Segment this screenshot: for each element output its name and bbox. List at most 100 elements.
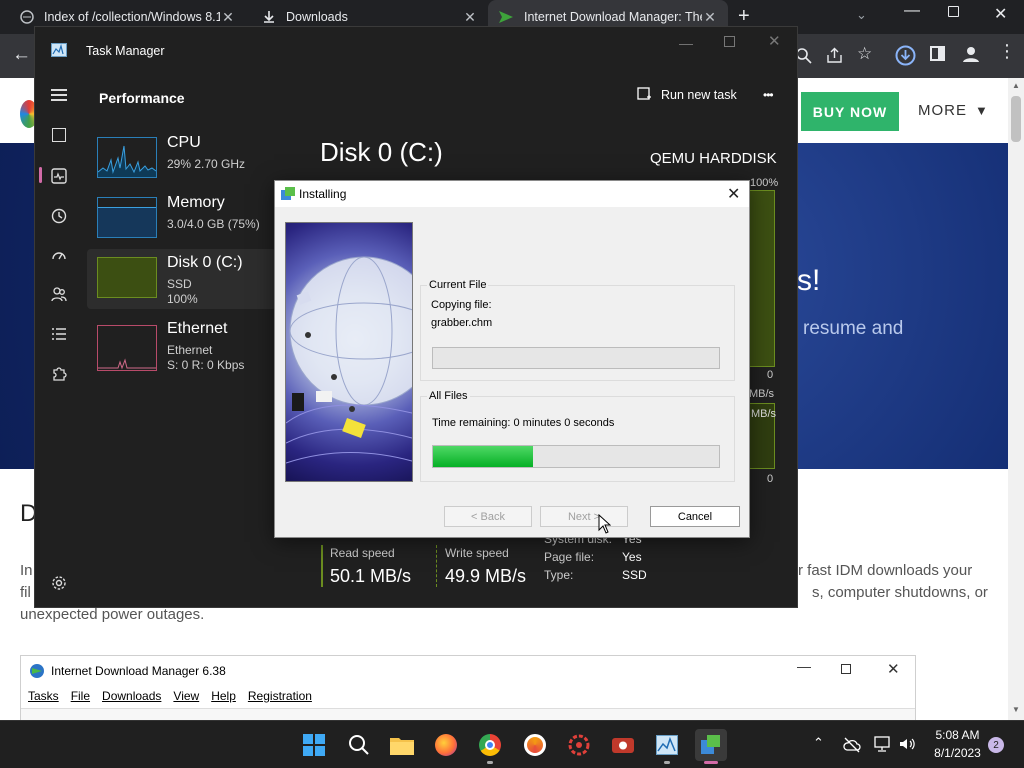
close-icon[interactable]: ✕	[727, 184, 740, 204]
idm-arrow-icon	[499, 11, 513, 23]
new-tab-button[interactable]: +	[738, 6, 750, 26]
scroll-down-icon[interactable]: ▼	[1012, 705, 1020, 714]
taskbar-search-button[interactable]	[343, 729, 375, 761]
tab-close-icon[interactable]: ✕	[220, 9, 236, 26]
close-icon[interactable]: ✕	[768, 32, 781, 50]
next-button[interactable]: Next >	[540, 506, 628, 527]
bookmark-star-icon[interactable]: ☆	[857, 44, 872, 64]
close-icon[interactable]: ✕	[994, 4, 1007, 24]
clock-time[interactable]: 5:08 AM	[930, 728, 985, 742]
tab-close-icon[interactable]: ✕	[462, 9, 478, 26]
menu-file[interactable]: File	[71, 689, 90, 703]
notification-badge[interactable]: 2	[988, 737, 1004, 753]
tab-close-icon[interactable]: ✕	[702, 9, 718, 26]
disk-thumbnail	[97, 257, 157, 298]
more-options-icon[interactable]: •••	[763, 88, 774, 102]
perf-item-detail: Ethernet	[167, 343, 213, 357]
menu-view[interactable]: View	[173, 689, 199, 703]
graph-max-label: 100%	[750, 177, 779, 189]
network-icon[interactable]	[874, 736, 892, 752]
tab-title: Downloads	[286, 10, 348, 24]
installer-icon	[701, 735, 720, 754]
perf-item-throughput: S: 0 R: 0 Kbps	[167, 358, 245, 372]
services-puzzle-icon[interactable]	[51, 366, 67, 382]
chrome-menu-icon[interactable]: ⋮	[998, 42, 1016, 60]
perf-item-memory[interactable]: Memory 3.0/4.0 GB (75%)	[87, 189, 277, 249]
minimize-icon[interactable]: —	[679, 35, 693, 51]
menu-downloads[interactable]: Downloads	[102, 689, 161, 703]
back-button[interactable]: < Back	[444, 506, 532, 527]
idm-toolbar	[21, 708, 915, 720]
perf-item-ethernet[interactable]: Ethernet Ethernet S: 0 R: 0 Kbps	[87, 315, 277, 375]
back-arrow-icon[interactable]: ←	[12, 44, 31, 66]
perf-item-disk[interactable]: Disk 0 (C:) SSD 100%	[87, 249, 277, 309]
firefox-icon	[435, 734, 457, 756]
prop-value: Yes	[622, 550, 642, 564]
performance-icon[interactable]	[51, 168, 67, 184]
write-speed-value: 49.9 MB/s	[445, 566, 527, 586]
downloads-button-icon[interactable]	[895, 45, 916, 66]
taskbar-app-gear-red[interactable]	[563, 729, 595, 761]
current-file-progress	[432, 347, 720, 369]
processes-icon[interactable]	[52, 128, 66, 142]
cancel-button[interactable]: Cancel	[650, 506, 740, 527]
minimize-icon[interactable]: —	[904, 2, 920, 20]
windows-taskbar: ⌃ 5:08 AM 8/1/2023 2	[0, 720, 1024, 768]
app-history-icon[interactable]	[51, 208, 67, 224]
profile-icon[interactable]	[962, 45, 980, 63]
startup-apps-icon[interactable]	[51, 247, 67, 263]
buy-now-button[interactable]: BUY NOW	[801, 92, 899, 131]
menu-tasks[interactable]: Tasks	[28, 689, 59, 703]
volume-icon[interactable]	[899, 736, 915, 752]
restore-icon[interactable]	[948, 6, 959, 17]
idm-logo-icon	[30, 664, 44, 678]
run-task-icon	[637, 87, 651, 100]
cloud-offline-icon[interactable]	[843, 737, 861, 753]
read-speed-value: 50.1 MB/s	[330, 566, 412, 586]
maximize-icon[interactable]	[724, 36, 735, 47]
menu-registration[interactable]: Registration	[248, 689, 312, 703]
taskbar-app-recorder[interactable]	[607, 729, 639, 761]
users-icon[interactable]	[51, 286, 67, 302]
tray-overflow-chevron-icon[interactable]: ⌃	[813, 735, 824, 751]
hero-title-fragment: s!	[797, 264, 821, 297]
close-icon[interactable]: ✕	[887, 660, 900, 678]
taskbar-firefox[interactable]	[430, 729, 462, 761]
scroll-up-icon[interactable]: ▲	[1012, 81, 1020, 90]
details-list-icon[interactable]	[51, 326, 67, 342]
search-icon[interactable]	[796, 48, 812, 64]
taskbar-idm-installer[interactable]	[695, 729, 727, 764]
app-circle-icon	[524, 734, 546, 756]
hamburger-menu-icon[interactable]	[51, 89, 67, 101]
settings-gear-icon[interactable]	[51, 575, 67, 591]
tab-search-icon[interactable]: ⌄	[856, 7, 867, 23]
mouse-cursor-icon	[598, 514, 611, 534]
body-text-fragment: r fast IDM downloads your	[798, 562, 973, 579]
taskbar-app-circle[interactable]	[519, 729, 551, 761]
all-progress-fill	[433, 446, 534, 467]
prop-value: SSD	[622, 568, 647, 582]
installer-artwork	[285, 222, 413, 482]
maximize-icon[interactable]	[841, 664, 851, 674]
run-new-task-label: Run new task	[661, 87, 737, 102]
tm-nav-rail	[35, 75, 83, 609]
minimize-icon[interactable]: —	[797, 658, 811, 674]
clock-date[interactable]: 8/1/2023	[930, 746, 985, 760]
taskbar-task-manager[interactable]	[651, 729, 683, 764]
share-icon[interactable]	[826, 47, 843, 64]
page-title: Performance	[99, 90, 185, 106]
side-panel-icon[interactable]	[930, 46, 945, 61]
run-new-task-button[interactable]: Run new task	[637, 87, 737, 102]
taskbar-file-explorer[interactable]	[386, 729, 418, 761]
read-divider	[321, 545, 323, 587]
scrollbar-thumb[interactable]	[1011, 96, 1021, 142]
file-explorer-icon	[390, 738, 414, 755]
page-scrollbar[interactable]: ▲ ▼	[1008, 78, 1024, 720]
start-button[interactable]	[298, 729, 330, 761]
disk-model: QEMU HARDDISK	[650, 150, 777, 167]
menu-help[interactable]: Help	[211, 689, 236, 703]
perf-item-cpu[interactable]: CPU 29% 2.70 GHz	[87, 129, 277, 189]
more-menu[interactable]: MORE ▼	[918, 102, 989, 119]
taskbar-chrome[interactable]	[474, 729, 506, 764]
idm-main-window: Internet Download Manager 6.38 — ✕ Tasks…	[20, 655, 916, 720]
